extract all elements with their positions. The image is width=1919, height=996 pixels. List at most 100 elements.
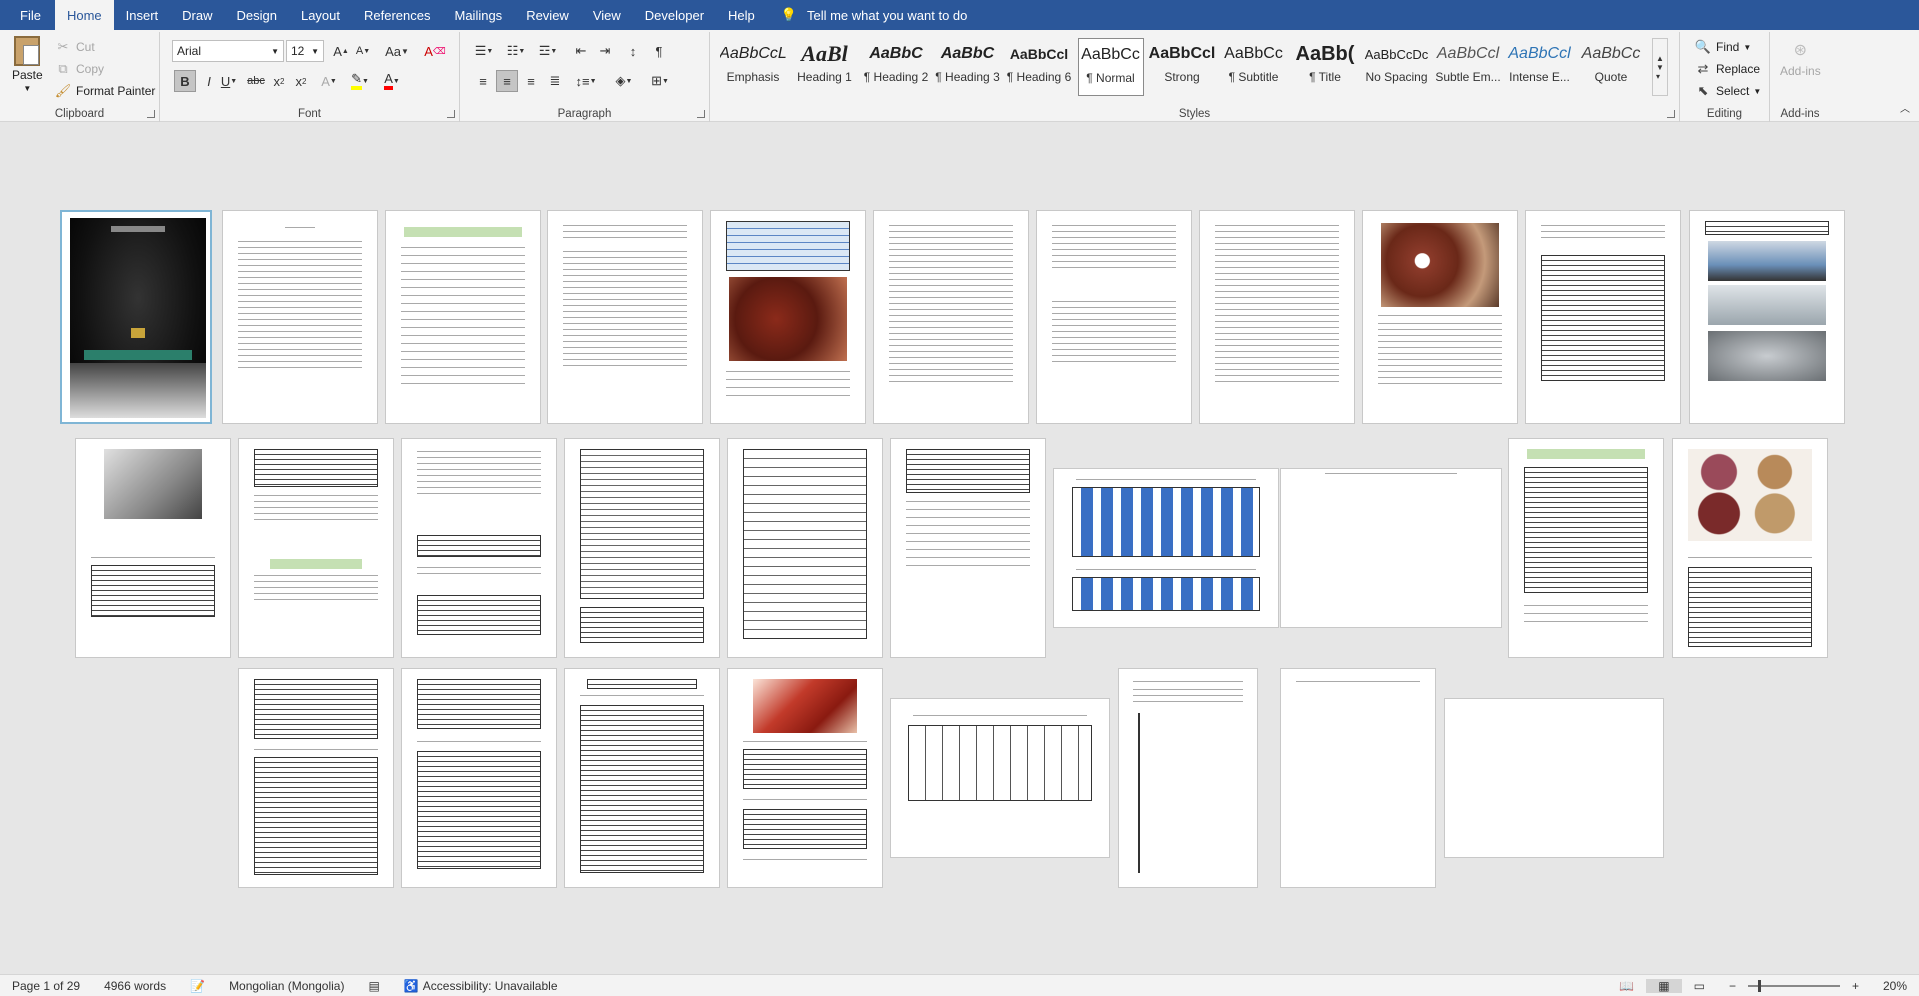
style-heading-1[interactable]: AaBl Heading 1	[792, 38, 858, 96]
tab-help[interactable]: Help	[716, 0, 767, 30]
page-thumbnail[interactable]	[564, 668, 720, 888]
page-thumbnail[interactable]	[238, 438, 394, 658]
print-layout-icon[interactable]: ▦	[1646, 978, 1682, 993]
tab-insert[interactable]: Insert	[114, 0, 171, 30]
page-thumbnail[interactable]	[222, 210, 378, 424]
style-heading-6[interactable]: AaBbCcl ¶ Heading 6	[1006, 38, 1072, 96]
page-thumbnail[interactable]	[727, 438, 883, 658]
page-thumbnail[interactable]	[1362, 210, 1518, 424]
tab-mailings[interactable]: Mailings	[443, 0, 515, 30]
show-marks-button[interactable]: ¶	[648, 40, 670, 62]
tab-draw[interactable]: Draw	[170, 0, 224, 30]
style-title[interactable]: AaBb(¶ Title	[1292, 38, 1358, 96]
align-center-button[interactable]: ≡	[496, 70, 518, 92]
highlight-color-button[interactable]: ✎ ▼	[346, 70, 374, 92]
style-heading-2[interactable]: AaBbC ¶ Heading 2	[863, 38, 929, 96]
read-mode-icon[interactable]: 📖	[1607, 979, 1646, 993]
tab-home[interactable]: Home	[54, 0, 114, 31]
bullets-button[interactable]: ☰ ▼	[470, 40, 498, 62]
tab-layout[interactable]: Layout	[289, 0, 352, 30]
font-name-select[interactable]: Arial ▼	[172, 40, 284, 62]
page-thumbnail[interactable]	[385, 210, 541, 424]
superscript-button[interactable]: x2	[290, 70, 312, 92]
page-thumbnail[interactable]	[75, 438, 231, 658]
style-emphasis[interactable]: AaBbCcL Emphasis	[720, 38, 786, 96]
page-thumbnail[interactable]	[547, 210, 703, 424]
page-thumbnail[interactable]	[1118, 668, 1258, 888]
styles-scroll[interactable]: ▲ ▼ ▾	[1652, 38, 1668, 96]
align-right-button[interactable]: ≡	[520, 70, 542, 92]
copy-button[interactable]: ⧉ Copy	[54, 60, 104, 78]
macro-icon[interactable]: ▤	[356, 979, 391, 993]
collapse-ribbon-icon[interactable]: ︿	[1894, 96, 1916, 118]
style-normal[interactable]: AaBbCc ¶ Normal	[1077, 38, 1144, 96]
font-launcher[interactable]	[447, 110, 455, 118]
subscript-button[interactable]: x2	[268, 70, 290, 92]
page-thumbnail[interactable]	[1444, 698, 1664, 858]
addins-button[interactable]: ⊛ Add-ins	[1780, 40, 1821, 78]
select-button[interactable]: ⬉ Select ▼	[1694, 82, 1762, 100]
page-thumbnail[interactable]	[1280, 468, 1502, 628]
page-thumbnail[interactable]	[1280, 668, 1436, 888]
tell-me-search[interactable]: 💡 Tell me what you want to do	[781, 0, 968, 30]
clear-formatting-icon[interactable]: A ⌫	[424, 40, 446, 62]
multilevel-list-button[interactable]: ☲ ▼	[534, 40, 562, 62]
page-thumbnail[interactable]	[238, 668, 394, 888]
web-layout-icon[interactable]: ▭	[1682, 979, 1717, 993]
style-strong[interactable]: AaBbCcl Strong	[1149, 38, 1215, 96]
align-left-button[interactable]: ≡	[472, 70, 494, 92]
tab-developer[interactable]: Developer	[633, 0, 716, 30]
tab-design[interactable]: Design	[225, 0, 289, 30]
style-quote[interactable]: AaBbCc Quote	[1578, 38, 1644, 96]
clipboard-launcher[interactable]	[147, 110, 155, 118]
style-subtitle[interactable]: AaBbCc ¶ Subtitle	[1221, 38, 1287, 96]
shading-button[interactable]: ◈ ▼	[610, 70, 638, 92]
paste-button[interactable]: Paste ▼	[12, 36, 43, 93]
tab-references[interactable]: References	[352, 0, 442, 30]
accessibility-status[interactable]: ♿ Accessibility: Unavailable	[392, 979, 570, 993]
change-case-button[interactable]: Aa ▼	[382, 40, 412, 62]
tab-view[interactable]: View	[581, 0, 633, 30]
zoom-thumb[interactable]	[1757, 979, 1761, 992]
zoom-in-button[interactable]: +	[1840, 979, 1871, 993]
zoom-slider[interactable]	[1747, 979, 1840, 992]
page-thumbnail[interactable]	[401, 438, 557, 658]
word-count[interactable]: 4966 words	[92, 979, 178, 993]
bold-button[interactable]: B	[174, 70, 196, 92]
style-no-spacing[interactable]: AaBbCcDc No Spacing	[1364, 38, 1430, 96]
page-thumbnail[interactable]	[727, 668, 883, 888]
grow-font-button[interactable]: A ▲	[330, 40, 352, 62]
justify-button[interactable]: ≣	[544, 70, 566, 92]
zoom-out-button[interactable]: −	[1717, 979, 1748, 993]
page-thumbnail[interactable]	[564, 438, 720, 658]
underline-button[interactable]: U ▼	[218, 70, 240, 92]
find-button[interactable]: 🔍 Find ▼	[1694, 38, 1751, 56]
replace-button[interactable]: ⇄ Replace	[1694, 60, 1760, 78]
page-thumbnail[interactable]	[710, 210, 866, 424]
styles-launcher[interactable]	[1667, 110, 1675, 118]
font-size-select[interactable]: 12 ▼	[286, 40, 324, 62]
page-count[interactable]: Page 1 of 29	[0, 979, 92, 993]
page-thumbnail[interactable]	[1053, 468, 1279, 628]
page-thumbnail[interactable]	[890, 438, 1046, 658]
numbering-button[interactable]: ☷ ▼	[502, 40, 530, 62]
style-intense-e[interactable]: AaBbCcl Intense E...	[1507, 38, 1573, 96]
style-heading-3[interactable]: AaBbC ¶ Heading 3	[935, 38, 1001, 96]
language-indicator[interactable]: Mongolian (Mongolia)	[217, 979, 356, 993]
decrease-indent-button[interactable]: ⇤	[570, 40, 592, 62]
style-subtle-em[interactable]: AaBbCcl Subtle Em...	[1435, 38, 1501, 96]
page-thumbnail[interactable]	[60, 210, 212, 424]
paragraph-launcher[interactable]	[697, 110, 705, 118]
format-painter-button[interactable]: 🖌 Format Painter	[54, 82, 156, 100]
increase-indent-button[interactable]: ⇥	[594, 40, 616, 62]
page-thumbnail[interactable]	[1199, 210, 1355, 424]
page-thumbnail[interactable]	[1525, 210, 1681, 424]
cut-button[interactable]: ✂ Cut	[54, 38, 95, 56]
page-thumbnail[interactable]	[401, 668, 557, 888]
page-thumbnail[interactable]	[1036, 210, 1192, 424]
text-effects-button[interactable]: A ▼	[318, 70, 340, 92]
page-thumbnail[interactable]	[1508, 438, 1664, 658]
page-thumbnail[interactable]	[890, 698, 1110, 858]
sort-button[interactable]: ↕	[622, 40, 644, 62]
zoom-level[interactable]: 20%	[1871, 979, 1919, 993]
